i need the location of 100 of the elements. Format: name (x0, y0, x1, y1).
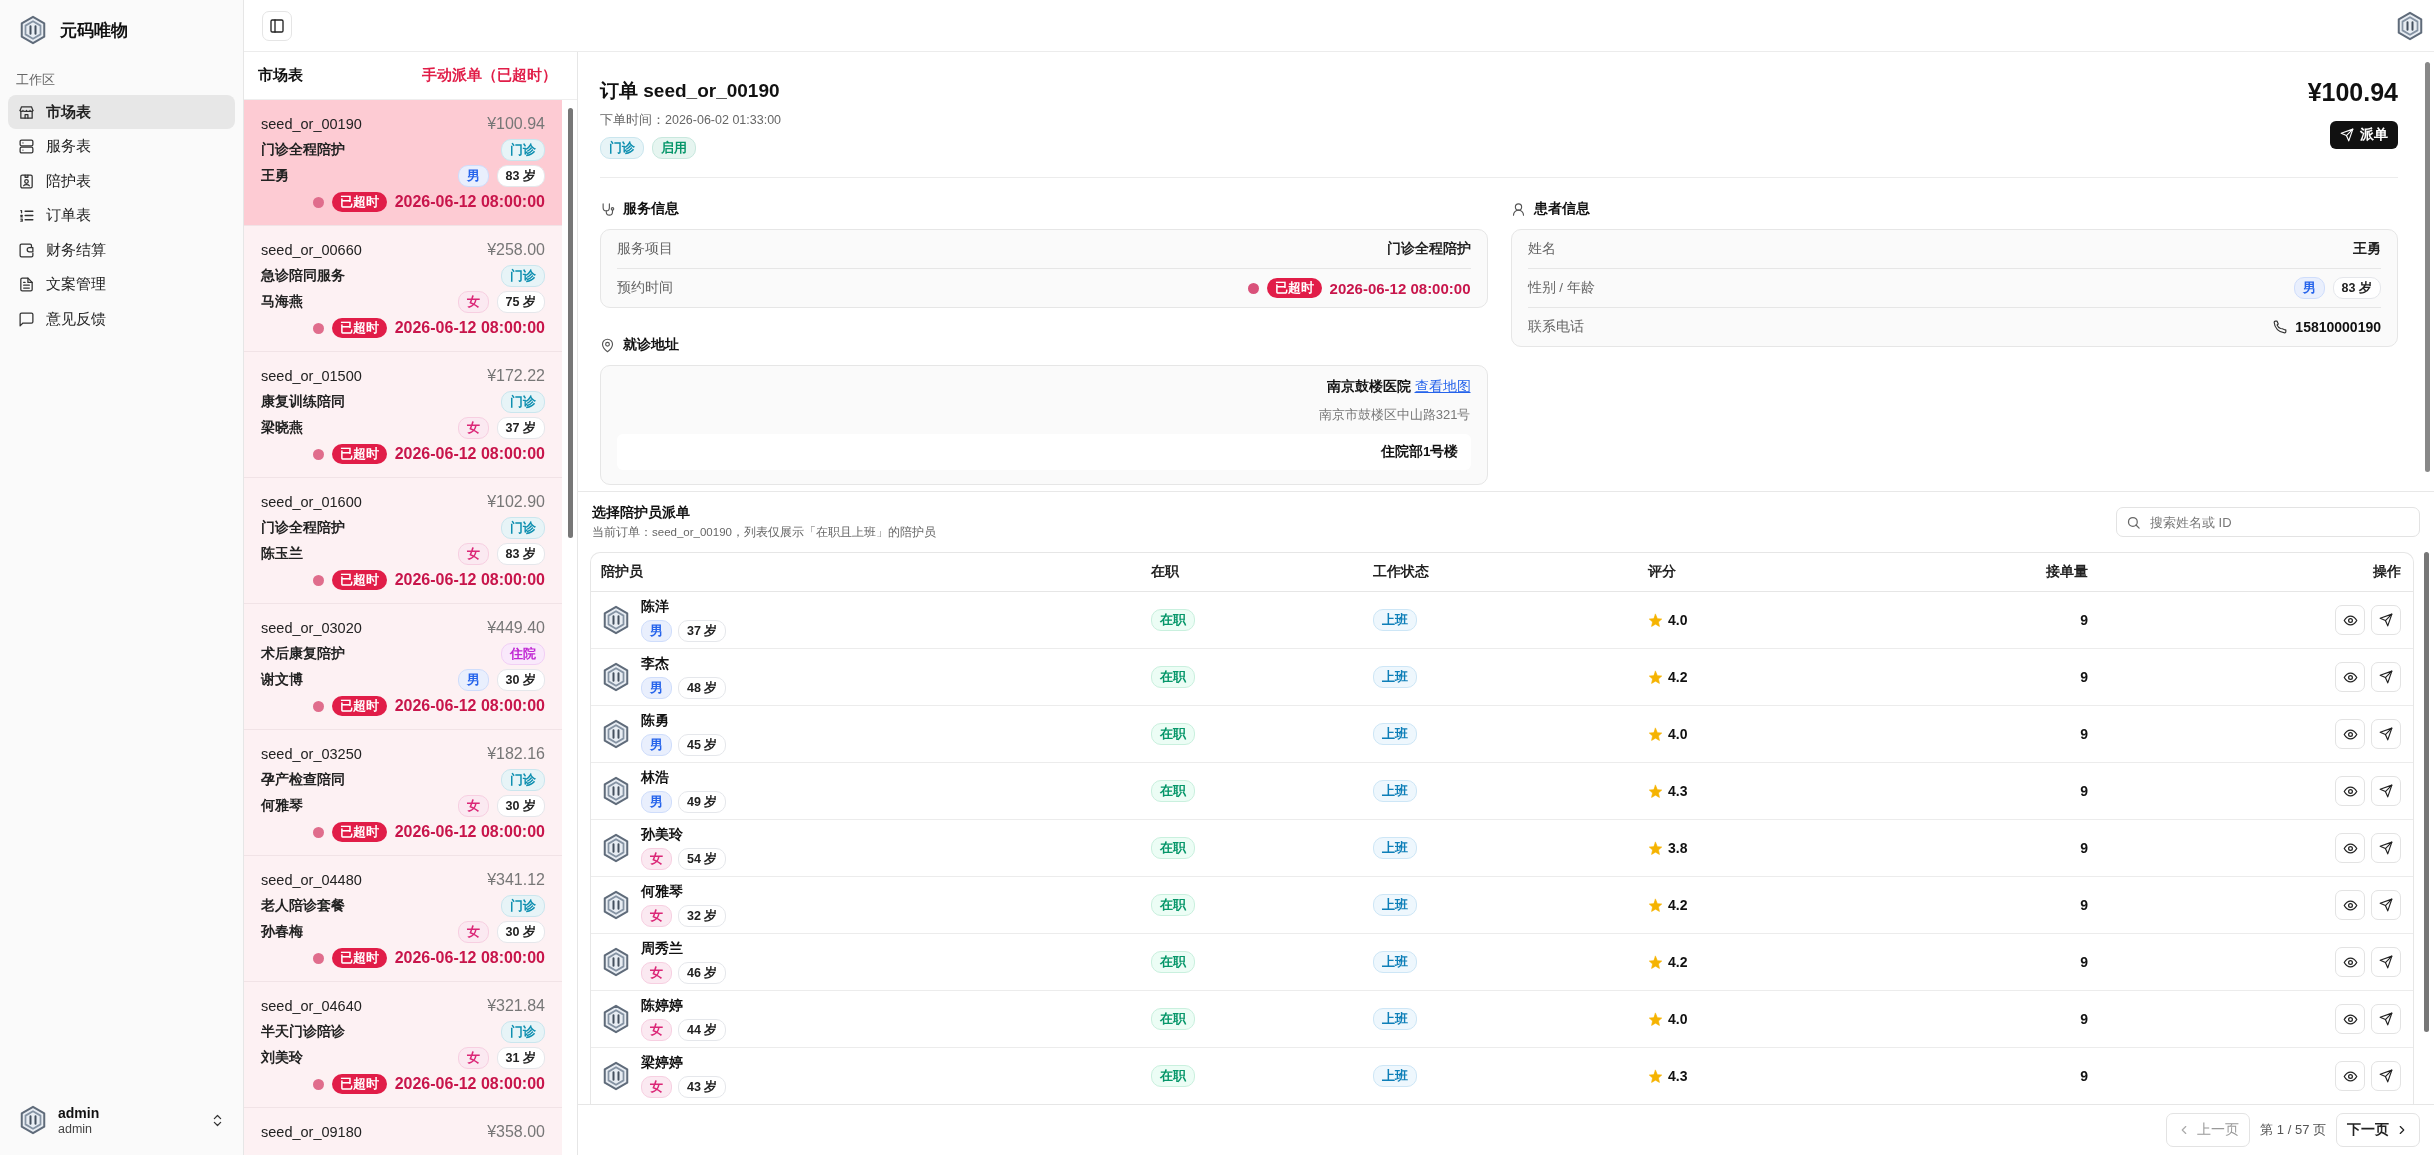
dispatch-button[interactable] (2371, 1061, 2401, 1091)
employment-badge: 在职 (1151, 666, 1195, 688)
dispatch-button[interactable] (2371, 776, 2401, 806)
dispatch-button[interactable] (2371, 890, 2401, 920)
view-button[interactable] (2335, 719, 2365, 749)
dispatch-mode: 手动派单（已超时） (422, 66, 557, 85)
view-button[interactable] (2335, 1061, 2365, 1091)
rating-value: 4.0 (1668, 1011, 1688, 1027)
nav-item[interactable]: 市场表 (8, 95, 235, 129)
scrollbar-thumb[interactable] (567, 108, 573, 538)
appointment-time: 2026-06-12 08:00:00 (394, 319, 545, 337)
employment-badge: 在职 (1151, 609, 1195, 631)
search-field[interactable]: 搜索姓名或 ID (2116, 507, 2420, 537)
scrollbar-thumb[interactable] (2423, 552, 2429, 1032)
order-card[interactable]: seed_or_00660 ¥258.00 急诊陪同服务 门诊 马海燕 女 75 岁 已超时 2026-06-12 08:00:00 (244, 226, 562, 352)
view-button[interactable] (2335, 947, 2365, 977)
dispatch-button[interactable] (2371, 719, 2401, 749)
gender-badge: 女 (457, 1047, 489, 1069)
overdue-badge: 已超时 (331, 318, 387, 338)
view-button[interactable] (2335, 833, 2365, 863)
patient-name: 陈玉兰 (261, 545, 303, 563)
star-icon (1648, 1068, 1663, 1084)
nav-item[interactable]: 陪护表 (8, 164, 235, 198)
order-card[interactable]: seed_or_01500 ¥172.22 康复训练陪同 门诊 梁晓燕 女 37 岁 已超时 2026-06-12 08:00:00 (244, 352, 562, 478)
dispatch-button[interactable] (2371, 662, 2401, 692)
gender-badge: 女 (641, 1019, 672, 1041)
view-button[interactable] (2335, 776, 2365, 806)
age-badge: 30 岁 (496, 795, 545, 817)
order-card[interactable]: seed_or_01600 ¥102.90 门诊全程陪护 门诊 陈玉兰 女 83 岁 已超时 2026-06-12 08:00:00 (244, 478, 562, 604)
overdue-badge: 已超时 (331, 570, 387, 590)
gender-badge: 男 (457, 165, 489, 187)
street-address: 南京市鼓楼区中山路321号 (1318, 406, 1471, 424)
order-card[interactable]: seed_or_03250 ¥182.16 孕产检查陪同 门诊 何雅琴 女 30 岁 已超时 2026-06-12 08:00:00 (244, 730, 562, 856)
numbered-list-icon (18, 207, 35, 224)
view-button[interactable] (2335, 1004, 2365, 1034)
overdue-badge: 已超时 (331, 822, 387, 842)
nav-item[interactable]: 订单表 (8, 198, 235, 233)
order-id: seed_or_03250 (261, 746, 362, 762)
next-page-button[interactable]: 下一页 (2336, 1113, 2420, 1147)
patient-name: 梁晓燕 (261, 419, 303, 437)
order-price: ¥182.16 (487, 745, 545, 763)
age-badge: 83 岁 (2332, 277, 2381, 299)
service-name: 康复训练陪同 (261, 393, 345, 411)
gender-badge: 女 (641, 1076, 672, 1098)
map-link[interactable]: 查看地图 (1414, 378, 1471, 396)
dispatch-button[interactable] (2371, 833, 2401, 863)
age-badge: 43 岁 (678, 1076, 727, 1098)
gender-badge: 男 (641, 791, 672, 813)
order-price: ¥341.12 (487, 871, 545, 889)
view-button[interactable] (2335, 605, 2365, 635)
work-status-badge: 上班 (1373, 609, 1417, 631)
dispatch-button[interactable] (2371, 605, 2401, 635)
gender-badge: 男 (2293, 277, 2325, 299)
dispatch-button[interactable]: 派单 (2330, 121, 2398, 149)
paper-plane-icon (2379, 613, 2393, 627)
order-count: 9 (2080, 840, 2088, 856)
order-title: 订单 seed_or_00190 (600, 79, 781, 103)
column-header: 陪护员 (601, 563, 644, 581)
view-button[interactable] (2335, 662, 2365, 692)
nav-label: 文案管理 (46, 275, 106, 294)
order-card[interactable]: seed_or_09180 ¥358.00 (244, 1108, 562, 1155)
hexagon-avatar-icon (601, 947, 631, 977)
nav-item[interactable]: 文案管理 (8, 267, 235, 302)
star-icon (1648, 612, 1663, 628)
nav-item[interactable]: 服务表 (8, 129, 235, 164)
nav-item[interactable]: 意见反馈 (8, 302, 235, 336)
eye-icon (2342, 783, 2358, 799)
patient-name: 谢文博 (261, 671, 303, 689)
order-card[interactable]: seed_or_04480 ¥341.12 老人陪诊套餐 门诊 孙春梅 女 30 岁 已超时 2026-06-12 08:00:00 (244, 856, 562, 982)
sidebar-toggle-button[interactable] (262, 10, 292, 41)
service-type-badge: 门诊 (501, 517, 545, 539)
dispatch-button[interactable] (2371, 947, 2401, 977)
service-name: 术后康复陪护 (261, 645, 345, 663)
scrollbar-thumb[interactable] (2424, 62, 2430, 472)
view-button[interactable] (2335, 890, 2365, 920)
rating-value: 4.0 (1668, 726, 1688, 742)
employment-badge: 在职 (1151, 894, 1195, 916)
nav-item[interactable]: 财务结算 (8, 233, 235, 267)
section-title: 患者信息 (1533, 200, 1590, 218)
dispatch-button[interactable] (2371, 1004, 2401, 1034)
order-card[interactable]: seed_or_03020 ¥449.40 术后康复陪护 住院 谢文博 男 30 岁 已超时 2026-06-12 08:00:00 (244, 604, 562, 730)
overdue-badge: 已超时 (331, 192, 387, 212)
tag-badge: 启用 (652, 137, 696, 159)
status-dot (312, 196, 324, 208)
order-card[interactable]: seed_or_04640 ¥321.84 半天门诊陪诊 门诊 刘美玲 女 31 岁 已超时 2026-06-12 08:00:00 (244, 982, 562, 1108)
status-dot (312, 700, 324, 712)
work-status-badge: 上班 (1373, 837, 1417, 859)
map-pin-icon (600, 337, 615, 353)
service-type-badge: 住院 (501, 643, 545, 665)
service-name: 门诊全程陪护 (261, 519, 345, 537)
star-icon (1648, 897, 1663, 913)
work-status-badge: 上班 (1373, 780, 1417, 802)
order-card[interactable]: seed_or_00190 ¥100.94 门诊全程陪护 门诊 王勇 男 83 岁 已超时 2026-06-12 08:00:00 (244, 100, 562, 226)
paper-plane-icon (2379, 727, 2393, 741)
order-id: seed_or_04640 (261, 998, 362, 1014)
paper-plane-icon (2379, 670, 2393, 684)
age-badge: 75 岁 (496, 291, 545, 313)
order-price: ¥358.00 (487, 1123, 545, 1141)
star-icon (1648, 726, 1663, 742)
order-created-time: 下单时间：2026-06-02 01:33:00 (600, 112, 782, 129)
